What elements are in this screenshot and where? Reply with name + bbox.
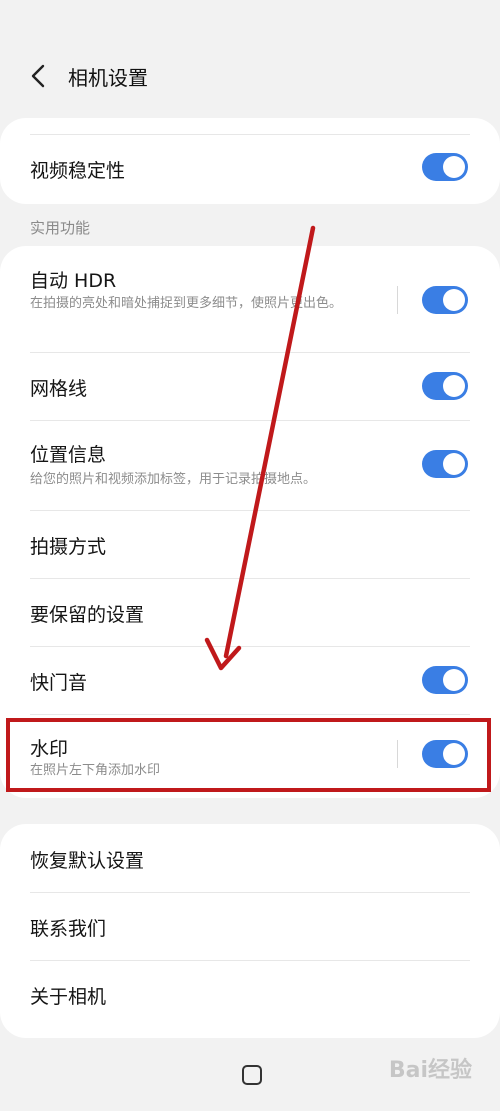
- location-row[interactable]: 位置信息 给您的照片和视频添加标签，用于记录拍摄地点。: [0, 420, 500, 510]
- row-label: 拍摄方式: [30, 536, 107, 558]
- auto-hdr-toggle[interactable]: [422, 286, 468, 314]
- highlight-box: [6, 718, 491, 792]
- row-label: 关于相机: [30, 986, 107, 1008]
- auto-hdr-row[interactable]: 自动 HDR 在拍摄的亮处和暗处捕捉到更多细节，使照片更出色。: [0, 246, 500, 352]
- row-label: 视频稳定性: [30, 160, 126, 182]
- row-label: 恢复默认设置: [30, 850, 145, 872]
- settings-to-keep-row[interactable]: 要保留的设置: [0, 578, 500, 646]
- grid-lines-row[interactable]: 网格线: [0, 352, 500, 420]
- row-label: 联系我们: [30, 918, 107, 940]
- contact-row[interactable]: 联系我们: [0, 892, 500, 960]
- section-label: 实用功能: [30, 219, 91, 237]
- row-label: 要保留的设置: [30, 604, 145, 626]
- row-label: 快门音: [30, 672, 88, 694]
- page-title: 相机设置: [68, 65, 148, 90]
- row-description: 给您的照片和视频添加标签，用于记录拍摄地点。: [30, 472, 317, 487]
- grid-lines-toggle[interactable]: [422, 372, 468, 400]
- video-stabilization-toggle[interactable]: [422, 153, 468, 181]
- back-button[interactable]: [26, 64, 50, 88]
- shooting-methods-row[interactable]: 拍摄方式: [0, 510, 500, 578]
- row-label: 位置信息: [30, 444, 107, 466]
- settings-card-bottom: 恢复默认设置 联系我们 关于相机: [0, 824, 500, 1038]
- row-label: 自动 HDR: [30, 270, 117, 292]
- home-button[interactable]: [242, 1065, 262, 1085]
- baidu-watermark: Bai经验: [388, 1058, 472, 1083]
- location-toggle[interactable]: [422, 450, 468, 478]
- about-row[interactable]: 关于相机: [0, 960, 500, 1028]
- video-stabilization-row[interactable]: 视频稳定性: [0, 118, 500, 204]
- shutter-sound-toggle[interactable]: [422, 666, 468, 694]
- settings-card-top: 视频稳定性: [0, 118, 500, 204]
- row-label: 网格线: [30, 378, 88, 400]
- shutter-sound-row[interactable]: 快门音: [0, 646, 500, 714]
- settings-card-features: 自动 HDR 在拍摄的亮处和暗处捕捉到更多细节，使照片更出色。 网格线 位置信息…: [0, 246, 500, 798]
- row-description: 在拍摄的亮处和暗处捕捉到更多细节，使照片更出色。: [30, 296, 343, 311]
- reset-row[interactable]: 恢复默认设置: [0, 824, 500, 892]
- vertical-separator: [397, 286, 398, 314]
- chevron-left-icon: [31, 64, 45, 88]
- app-header: 相机设置: [0, 48, 500, 104]
